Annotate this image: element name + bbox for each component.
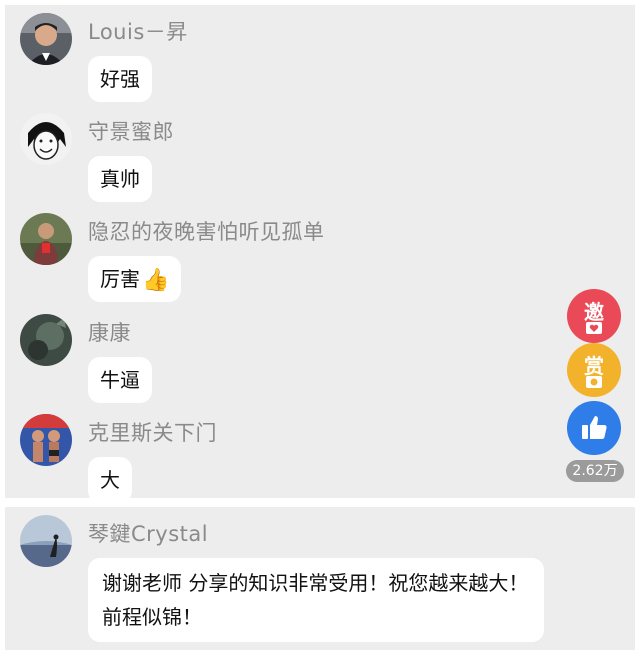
comment-item: Louis－昇 好强 (20, 10, 560, 110)
comment-bubble: 真帅 (88, 156, 152, 202)
heart-envelope-icon (586, 322, 602, 334)
avatar[interactable] (20, 13, 72, 65)
comment-list-panel: Louis－昇 好强 守景蜜郎 真帅 隐忍的夜晚害怕听见孤单 厉害👍 康康 牛逼… (5, 5, 635, 503)
invite-button[interactable]: 邀 (567, 289, 621, 343)
avatar[interactable] (20, 414, 72, 466)
comment-text: 谢谢老师 分享的知识非常受用！祝您越来越大！前程似锦！ (102, 571, 529, 629)
comment-text: 好强 (100, 67, 140, 91)
comment-text: 大 (100, 468, 120, 492)
comment-bubble: 大 (88, 457, 132, 503)
comment-item: 隐忍的夜晚害怕听见孤单 厉害👍 (20, 210, 560, 310)
like-button[interactable] (567, 401, 621, 455)
comment-item: 克里斯关下门 大 (20, 411, 560, 511)
reward-button[interactable]: 赏 (567, 343, 621, 397)
comment-bubble: 牛逼 (88, 357, 152, 403)
commenter-name: 琴鍵Crystal (88, 522, 209, 546)
highlight-comment-panel: 琴鍵Crystal 谢谢老师 分享的知识非常受用！祝您越来越大！前程似锦！ (5, 507, 635, 650)
comment-text: 真帅 (100, 167, 140, 191)
commenter-name: 克里斯关下门 (88, 421, 217, 445)
thumbs-up-icon (582, 416, 607, 439)
avatar[interactable] (20, 314, 72, 366)
comment-text: 厉害 (100, 267, 140, 291)
comment-bubble: 谢谢老师 分享的知识非常受用！祝您越来越大！前程似锦！ (88, 558, 544, 642)
comment-bubble: 好强 (88, 56, 152, 102)
coin-envelope-icon (586, 376, 602, 388)
thumbs-up-icon: 👍 (142, 267, 170, 293)
like-count-badge: 2.62万 (566, 460, 624, 482)
commenter-name: 康康 (88, 321, 131, 345)
commenter-name: 守景蜜郎 (88, 120, 174, 144)
comment-bubble: 厉害👍 (88, 256, 182, 302)
commenter-name: 隐忍的夜晚害怕听见孤单 (88, 220, 325, 244)
comment-text: 牛逼 (100, 368, 140, 392)
comment-item: 琴鍵Crystal 谢谢老师 分享的知识非常受用！祝您越来越大！前程似锦！ (20, 512, 560, 647)
comment-item: 守景蜜郎 真帅 (20, 110, 560, 210)
comment-item: 康康 牛逼 (20, 311, 560, 411)
commenter-name: Louis－昇 (88, 20, 188, 44)
avatar[interactable] (20, 515, 72, 567)
avatar[interactable] (20, 213, 72, 265)
avatar[interactable] (20, 113, 72, 165)
